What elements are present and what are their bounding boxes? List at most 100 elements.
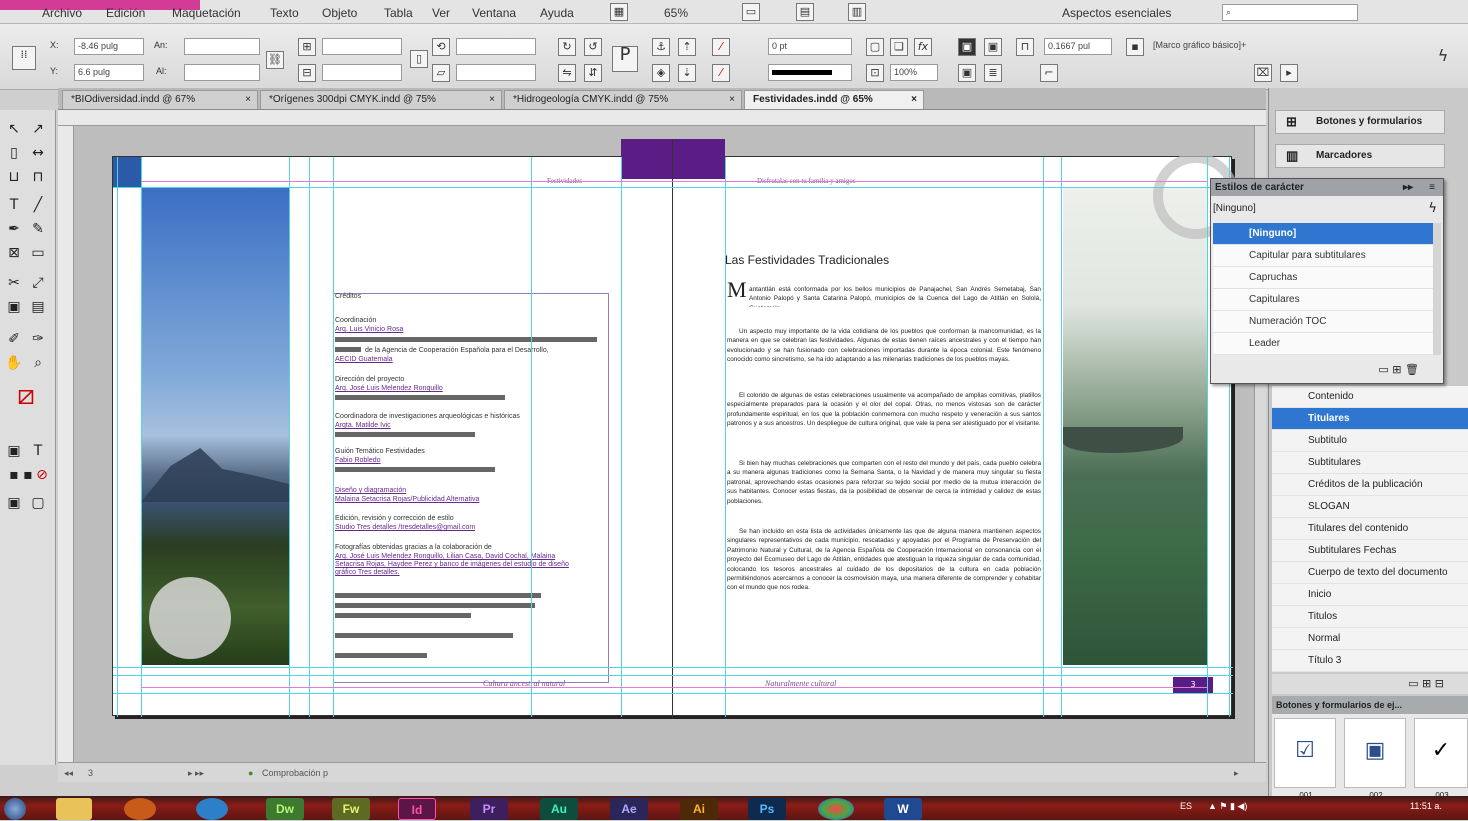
search-input[interactable]: ⌕ — [1222, 4, 1358, 21]
fx-icon[interactable]: fx — [914, 38, 932, 56]
char-style-item-selected[interactable]: [Ninguno] — [1213, 223, 1435, 245]
constrain-scale-icon[interactable]: ▯ — [410, 50, 428, 68]
stroke-weight-field[interactable]: 0 pt — [768, 38, 852, 55]
fill-frame-icon[interactable]: ≣ — [984, 64, 1002, 82]
close-icon[interactable]: × — [245, 91, 251, 109]
rectangle-tool-icon[interactable]: ▭ — [28, 244, 48, 262]
tab-festividades[interactable]: Festividades.indd @ 65% × — [744, 90, 924, 109]
first-page-icon[interactable]: ◂◂ — [64, 763, 73, 783]
para-style-item[interactable]: Título 3 — [1272, 650, 1468, 672]
premiere-icon[interactable]: Pr — [470, 798, 508, 820]
line-tool-icon[interactable]: ╱ — [28, 196, 48, 214]
audition-icon[interactable]: Au — [540, 798, 578, 820]
y-position-field[interactable]: 6.6 pulg — [74, 64, 144, 81]
preview-mode-icon[interactable]: ▢ — [28, 494, 48, 512]
rectangle-frame-tool-icon[interactable]: ⊠ — [4, 244, 24, 262]
collapse-icon[interactable]: ▸▸ — [1403, 179, 1413, 196]
page-tool-icon[interactable]: ▯ — [4, 144, 24, 162]
start-button-icon[interactable] — [4, 798, 26, 820]
para-style-item[interactable]: Titulos — [1272, 606, 1468, 628]
normal-mode-icon[interactable]: ▣ — [4, 494, 24, 512]
page-nav-icons[interactable]: ▸ ▸▸ — [188, 763, 204, 783]
chrome-icon[interactable] — [818, 798, 854, 820]
view-options-icon[interactable]: ▭ — [742, 3, 760, 21]
select-container-icon[interactable]: ⚓ — [652, 38, 670, 56]
para-style-item[interactable]: Créditos de la publicación — [1272, 474, 1468, 496]
para-style-item[interactable]: SLOGAN — [1272, 496, 1468, 518]
photoshop-icon[interactable]: Ps — [748, 798, 786, 820]
rotate-icon[interactable]: ⟲ — [432, 38, 450, 56]
screen-mode-icon[interactable]: ▤ — [796, 3, 814, 21]
workspace-switcher[interactable]: Aspectos esenciales — [1062, 6, 1171, 20]
close-icon[interactable]: × — [911, 91, 917, 109]
obj-style-options-icon[interactable]: ▸ — [1280, 64, 1298, 82]
fill-swatch-icon[interactable]: ⁄ — [712, 38, 730, 56]
type-tool-icon[interactable]: T — [4, 196, 24, 214]
menu-objeto[interactable]: Objeto — [322, 6, 357, 20]
rotation-field[interactable] — [456, 38, 536, 55]
shear-icon[interactable]: ▱ — [432, 64, 450, 82]
spine-color-block[interactable] — [621, 139, 725, 179]
gradient-feather-tool-icon[interactable]: ▤ — [28, 298, 48, 316]
corner-options-icon[interactable]: ⌐ — [1040, 64, 1058, 82]
sample-button-001[interactable]: ☑001 — [1274, 718, 1336, 800]
zoom-level[interactable]: 65% — [664, 6, 688, 20]
page-number-field[interactable]: 3 — [88, 763, 93, 783]
apply-none-icon[interactable]: ⊘ — [32, 466, 52, 484]
content-collector-icon[interactable]: ⊔ — [4, 168, 24, 186]
sample-buttons-header[interactable]: Botones y formularios de ej... — [1272, 696, 1468, 714]
height-field[interactable] — [184, 64, 260, 81]
gutter-icon[interactable]: ⊓ — [1016, 38, 1034, 56]
panel-menu-icon[interactable]: ≡ — [1429, 179, 1435, 196]
article-paragraph[interactable]: Se han incluido en esta lista de activid… — [727, 527, 1041, 625]
para-style-item[interactable]: Inicio — [1272, 584, 1468, 606]
object-style-dropdown[interactable]: [Marco gráfico básico]+ — [1150, 38, 1300, 55]
scroll-right-icon[interactable]: ▸ — [1234, 763, 1239, 783]
explorer-icon[interactable] — [56, 798, 92, 820]
tab-biodiversidad[interactable]: *BIOdiversidad.indd @ 67% × — [62, 90, 258, 109]
arrange-docs-icon[interactable]: ▥ — [848, 3, 866, 21]
close-icon[interactable]: × — [729, 91, 735, 109]
free-transform-tool-icon[interactable]: ⤢ — [28, 274, 48, 292]
tab-hidrogeologia[interactable]: *Hidrogeología CMYK.indd @ 75% × — [504, 90, 742, 109]
rotate-ccw-icon[interactable]: ↺ — [584, 38, 602, 56]
drop-shadow-icon[interactable]: ❏ — [890, 38, 908, 56]
quick-apply-icon[interactable]: ϟ — [1434, 48, 1452, 66]
panel-bookmarks[interactable]: ▥ Marcadores — [1275, 144, 1445, 168]
menu-ayuda[interactable]: Ayuda — [540, 6, 574, 20]
after-effects-icon[interactable]: Ae — [610, 798, 648, 820]
indesign-icon[interactable]: Id — [398, 798, 436, 820]
illustrator-icon[interactable]: Ai — [680, 798, 718, 820]
menu-ventana[interactable]: Ventana — [472, 6, 516, 20]
close-icon[interactable]: × — [489, 91, 495, 109]
canoe-photo-right[interactable] — [1063, 187, 1208, 665]
sample-button-003[interactable]: ✓003 — [1414, 718, 1468, 800]
para-style-item-selected[interactable]: Titulares — [1272, 408, 1468, 430]
bridge-icon[interactable]: ▦ — [610, 3, 628, 21]
char-style-item[interactable]: Numeración TOC — [1213, 311, 1435, 333]
shear-field[interactable] — [456, 64, 536, 81]
media-player-icon[interactable] — [124, 798, 156, 820]
word-icon[interactable]: W — [884, 798, 922, 820]
center-content-icon[interactable]: ▣ — [958, 64, 976, 82]
reference-point-icon[interactable]: ⁞⁞ — [12, 46, 36, 70]
hand-tool-icon[interactable]: ✋ — [4, 354, 24, 372]
para-style-item[interactable]: Subtitulares — [1272, 452, 1468, 474]
gutter-field[interactable]: 0.1667 pul — [1044, 38, 1112, 55]
menu-edicion[interactable]: Edición — [106, 6, 145, 20]
new-style-quick-icon[interactable]: ϟ — [1428, 201, 1437, 216]
clock[interactable]: 11:51 a. — [1410, 801, 1442, 811]
lake-photo-left[interactable] — [141, 187, 289, 665]
stroke-type-dropdown[interactable] — [768, 64, 852, 81]
zoom-tool-icon[interactable]: ⌕ — [28, 354, 48, 372]
opacity-icon[interactable]: ⊡ — [866, 64, 884, 82]
para-style-item[interactable]: Subtitulares Fechas — [1272, 540, 1468, 562]
fit-content-icon[interactable]: ▣ — [984, 38, 1002, 56]
x-position-field[interactable]: -8.46 pulg — [74, 38, 144, 55]
menu-texto[interactable]: Texto — [270, 6, 299, 20]
direct-selection-tool-icon[interactable]: ↗ — [28, 120, 48, 138]
pen-tool-icon[interactable]: ✒ — [4, 220, 24, 238]
tab-origenes[interactable]: *Orígenes 300dpi CMYK.indd @ 75% × — [260, 90, 502, 109]
scale-x-icon[interactable]: ⊞ — [298, 38, 316, 56]
scale-x-field[interactable] — [322, 38, 402, 55]
